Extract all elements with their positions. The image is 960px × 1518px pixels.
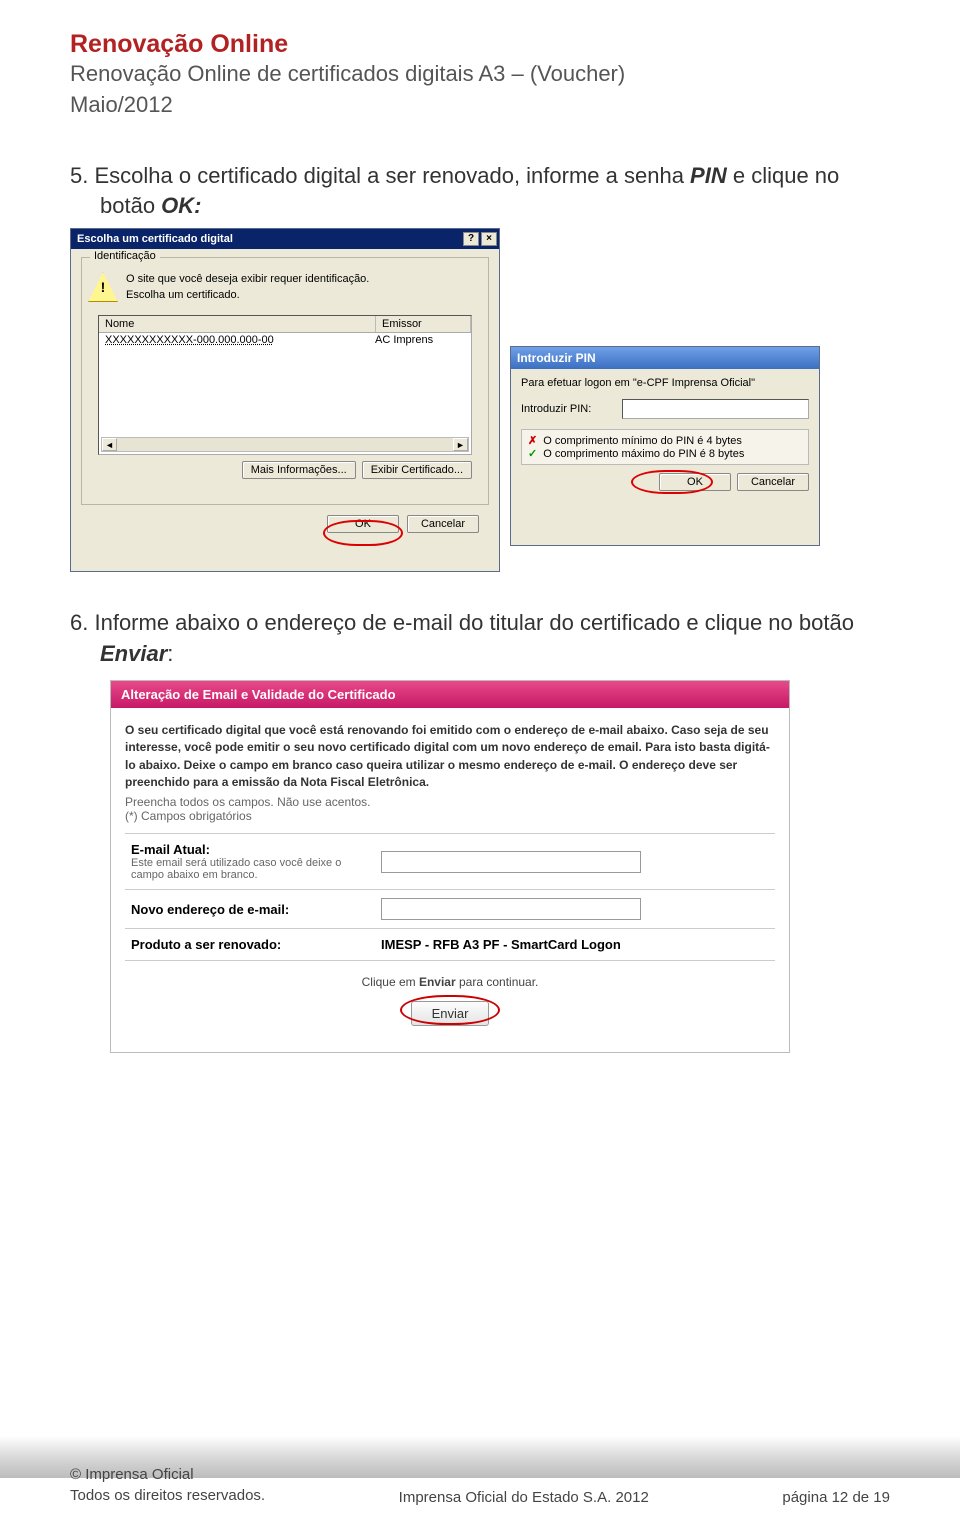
label-email-atual: E-mail Atual: bbox=[131, 842, 210, 857]
pin-dialog: Introduzir PIN Para efetuar logon em "e-… bbox=[510, 346, 820, 546]
cert-issuer: AC Imprens bbox=[375, 334, 465, 346]
cert-name: XXXXXXXXXXXX-000.000.000-00 bbox=[105, 334, 375, 346]
ok-button[interactable]: OK bbox=[327, 515, 399, 533]
copyright: © Imprensa Oficial bbox=[70, 1464, 265, 1485]
pin-input[interactable] bbox=[622, 399, 809, 419]
h-scrollbar[interactable]: ◄ ► bbox=[101, 437, 469, 452]
dialogs-area: Escolha um certificado digital ? × Ident… bbox=[70, 228, 890, 578]
dialog-title: Escolha um certificado digital bbox=[77, 233, 233, 245]
foot-pre: Clique em bbox=[362, 975, 419, 989]
foot-post: para continuar. bbox=[456, 975, 539, 989]
input-email-atual[interactable] bbox=[381, 851, 641, 873]
check-icon: ✓ bbox=[528, 447, 537, 460]
step-6-num: 6. bbox=[70, 610, 88, 635]
step-6-body-2: : bbox=[167, 641, 173, 666]
doc-subtitle: Renovação Online de certificados digitai… bbox=[70, 59, 890, 90]
pin-rule-max: O comprimento máximo do PIN é 8 bytes bbox=[543, 448, 744, 460]
form-footer-text: Clique em Enviar para continuar. bbox=[125, 961, 775, 995]
form-note2: (*) Campos obrigatórios bbox=[125, 809, 775, 823]
footer-center: Imprensa Oficial do Estado S.A. 2012 bbox=[399, 1489, 649, 1506]
pin-label: Introduzir PIN: bbox=[521, 403, 616, 415]
sub-email-atual: Este email será utilizado caso você deix… bbox=[131, 857, 369, 881]
group-label: Identificação bbox=[90, 250, 160, 262]
row-novo-email: Novo endereço de e-mail: bbox=[125, 890, 775, 929]
close-button[interactable]: × bbox=[481, 232, 497, 246]
pin-rules-box: ✗ O comprimento mínimo do PIN é 4 bytes ✓… bbox=[521, 429, 809, 465]
step-5-num: 5. bbox=[70, 163, 88, 188]
form-header: Alteração de Email e Validade do Certifi… bbox=[111, 681, 789, 708]
pin-rule-min: O comprimento mínimo do PIN é 4 bytes bbox=[543, 435, 742, 447]
row-produto: Produto a ser renovado: IMESP - RFB A3 P… bbox=[125, 929, 775, 961]
foot-bold: Enviar bbox=[419, 975, 456, 989]
more-info-button[interactable]: Mais Informações... bbox=[242, 461, 356, 479]
doc-header: Renovação Online Renovação Online de cer… bbox=[70, 30, 890, 121]
pin-ok-button[interactable]: OK bbox=[659, 473, 731, 491]
cert-select-dialog: Escolha um certificado digital ? × Ident… bbox=[70, 228, 500, 572]
cert-listview[interactable]: Nome Emissor XXXXXXXXXXXX-000.000.000-00… bbox=[98, 315, 472, 455]
help-button[interactable]: ? bbox=[463, 232, 479, 246]
pin-instruction: Para efetuar logon em "e-CPF Imprensa Of… bbox=[521, 377, 809, 389]
ident-text: O site que você deseja exibir requer ide… bbox=[126, 272, 369, 303]
step-6-text: 6. Informe abaixo o endereço de e-mail d… bbox=[70, 608, 890, 670]
cert-row[interactable]: XXXXXXXXXXXX-000.000.000-00 AC Imprens bbox=[99, 333, 471, 347]
pin-titlebar: Introduzir PIN bbox=[511, 347, 819, 369]
value-produto: IMESP - RFB A3 PF - SmartCard Logon bbox=[381, 937, 621, 952]
step-5-pin: PIN bbox=[690, 163, 727, 188]
email-form-card: Alteração de Email e Validade do Certifi… bbox=[110, 680, 790, 1054]
scroll-track[interactable] bbox=[117, 438, 453, 451]
warning-icon: ! bbox=[88, 272, 118, 302]
ident-line2: Escolha um certificado. bbox=[126, 289, 240, 301]
row-email-atual: E-mail Atual: Este email será utilizado … bbox=[125, 834, 775, 890]
enviar-button[interactable]: Enviar bbox=[411, 1001, 490, 1026]
rights: Todos os direitos reservados. bbox=[70, 1485, 265, 1506]
ident-groupbox: Identificação ! O site que você deseja e… bbox=[81, 257, 489, 505]
form-desc-text: O seu certificado digital que você está … bbox=[125, 723, 770, 789]
step-6-enviar: Enviar bbox=[100, 641, 167, 666]
step-5-body-1: Escolha o certificado digital a ser reno… bbox=[94, 163, 690, 188]
cancel-button[interactable]: Cancelar bbox=[407, 515, 479, 533]
pin-title: Introduzir PIN bbox=[517, 351, 596, 365]
page-footer: © Imprensa Oficial Todos os direitos res… bbox=[0, 1464, 960, 1506]
form-fields: E-mail Atual: Este email será utilizado … bbox=[125, 833, 775, 961]
cross-icon: ✗ bbox=[528, 434, 537, 447]
ident-line1: O site que você deseja exibir requer ide… bbox=[126, 273, 369, 285]
scroll-right[interactable]: ► bbox=[453, 438, 468, 451]
form-note1: Preencha todos os campos. Não use acento… bbox=[125, 795, 775, 809]
doc-date: Maio/2012 bbox=[70, 90, 890, 121]
scroll-left[interactable]: ◄ bbox=[102, 438, 117, 451]
label-novo-email: Novo endereço de e-mail: bbox=[131, 902, 289, 917]
dialog-titlebar: Escolha um certificado digital ? × bbox=[71, 229, 499, 249]
col-nome[interactable]: Nome bbox=[99, 316, 376, 332]
page-number: página 12 de 19 bbox=[782, 1489, 890, 1506]
step-5-text: 5. Escolha o certificado digital a ser r… bbox=[70, 161, 890, 223]
show-cert-button[interactable]: Exibir Certificado... bbox=[362, 461, 472, 479]
pin-cancel-button[interactable]: Cancelar bbox=[737, 473, 809, 491]
col-emissor[interactable]: Emissor bbox=[376, 316, 471, 332]
doc-title: Renovação Online bbox=[70, 30, 890, 59]
step-5-ok: OK: bbox=[161, 193, 201, 218]
step-6-body-1: Informe abaixo o endereço de e-mail do t… bbox=[94, 610, 853, 635]
input-novo-email[interactable] bbox=[381, 898, 641, 920]
label-produto: Produto a ser renovado: bbox=[131, 937, 281, 952]
form-description: O seu certificado digital que você está … bbox=[125, 722, 775, 792]
